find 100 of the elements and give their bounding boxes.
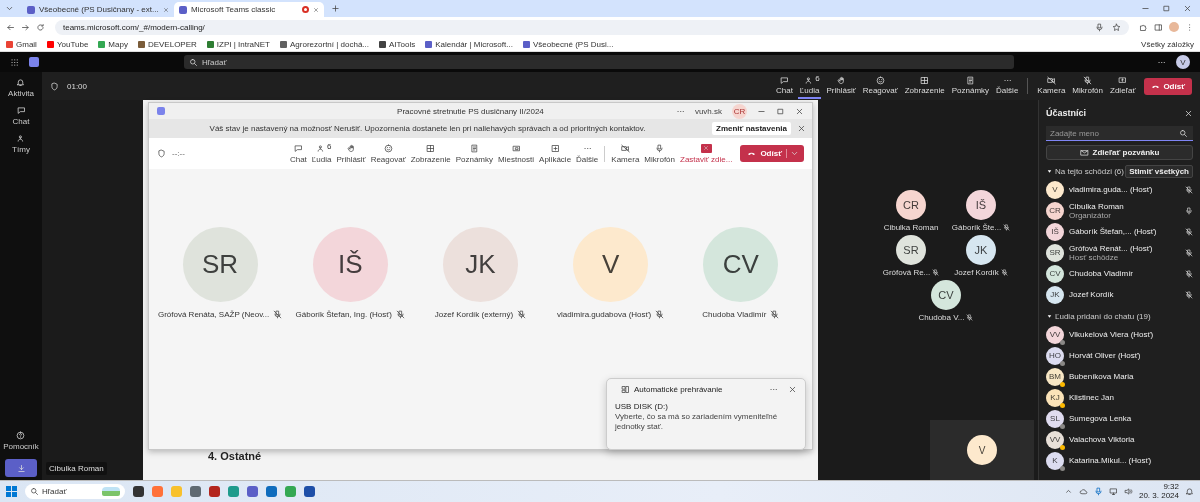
change-settings-button[interactable]: Zmeniť nastavenia bbox=[712, 122, 791, 135]
forward-icon[interactable] bbox=[21, 22, 30, 32]
participant-row[interactable]: HO Horvát Oliver (Hosť) bbox=[1046, 345, 1193, 366]
participant-row[interactable]: SR Grófová Renát... (Hosť) Hosť schôdze bbox=[1046, 242, 1193, 263]
toolbar-button[interactable]: Aplikácie bbox=[538, 142, 573, 165]
toolbar-button[interactable]: Ďalšie bbox=[994, 73, 1021, 99]
toolbar-button[interactable]: Zdieľať bbox=[1108, 73, 1138, 99]
bookmark[interactable]: Agrorezortní | dochá... bbox=[280, 39, 369, 49]
participant-row[interactable]: JK Jozef Kordík bbox=[1046, 284, 1193, 305]
rail-item[interactable]: Aktivita bbox=[8, 78, 34, 98]
back-icon[interactable] bbox=[6, 22, 15, 32]
cloud-icon[interactable] bbox=[1078, 487, 1088, 496]
bookmark[interactable]: IZPI | IntraNET bbox=[206, 39, 270, 49]
microphone-off-icon[interactable] bbox=[1185, 290, 1193, 299]
side-panel-icon[interactable] bbox=[1154, 22, 1163, 32]
bookmark[interactable]: Všeobecné (PS Dusi... bbox=[522, 39, 614, 49]
bookmark[interactable]: Mapy bbox=[98, 39, 128, 49]
section-header[interactable]: Na tejto schôdzi (6) bbox=[1046, 166, 1124, 176]
toolbar-button[interactable]: Mikrofón bbox=[643, 142, 676, 165]
toolbar-button[interactable]: 6 Ľudia bbox=[797, 73, 822, 99]
section-header[interactable]: Ľudia pridaní do chatu (19) bbox=[1046, 311, 1151, 321]
rail-item[interactable]: Chat bbox=[12, 106, 30, 126]
clock[interactable]: 9:32 20. 3. 2024 bbox=[1138, 482, 1179, 501]
monitor-icon[interactable] bbox=[1108, 487, 1118, 496]
user-avatar[interactable]: CR bbox=[732, 103, 747, 119]
participant-name: Grófová Renáta, SAŽP (Neov... bbox=[157, 310, 270, 319]
participant-name: vladimira.gudabova (Hosť) bbox=[557, 310, 652, 319]
toolbar-button[interactable]: Reagovať bbox=[369, 142, 407, 165]
microphone-off-icon[interactable] bbox=[1185, 185, 1193, 194]
participant-row[interactable]: VV Valachova Viktoria bbox=[1046, 429, 1193, 450]
toolbar-button[interactable]: Chat bbox=[773, 73, 795, 99]
speaker-icon[interactable] bbox=[1123, 487, 1133, 496]
toolbar-button[interactable]: Poznámky bbox=[454, 142, 495, 165]
participant-row[interactable]: K Katarina.Mikul... (Hosť) bbox=[1046, 450, 1193, 471]
microphone-off-icon[interactable] bbox=[1185, 227, 1193, 236]
start-icon[interactable] bbox=[6, 486, 17, 497]
help-item[interactable]: Pomocník bbox=[3, 431, 39, 451]
tab-list-icon[interactable] bbox=[5, 4, 14, 13]
toolbar-button[interactable]: Mikrofón bbox=[1070, 73, 1106, 99]
toolbar-button[interactable]: Miestnosti bbox=[497, 142, 536, 165]
toolbar-button[interactable]: Zobrazenie bbox=[409, 142, 452, 165]
participant-row[interactable]: VV Vlkukelová Viera (Hosť) bbox=[1046, 324, 1193, 345]
bell-icon[interactable] bbox=[1185, 487, 1194, 496]
address-bar[interactable]: teams.microsoft.com/_#/modern-calling/ bbox=[55, 19, 1129, 35]
close-icon[interactable] bbox=[788, 385, 797, 394]
toolbar-button[interactable]: Prihlásiť bbox=[335, 142, 367, 165]
microphone-off-icon[interactable] bbox=[1185, 248, 1193, 257]
microphone-off-icon[interactable] bbox=[1185, 269, 1193, 278]
participant-row[interactable]: CV Chudoba Vladimír bbox=[1046, 263, 1193, 284]
restore-icon[interactable] bbox=[1162, 4, 1171, 13]
toolbar-button[interactable]: Zobrazenie bbox=[902, 73, 947, 99]
toolbar-button[interactable]: Kamera bbox=[1035, 73, 1068, 99]
star-icon[interactable] bbox=[1112, 22, 1121, 32]
browser-tab[interactable]: Microsoft Teams classic bbox=[174, 2, 324, 17]
toolbar-button[interactable]: Chat bbox=[288, 142, 308, 165]
toolbar-button[interactable]: Reagovať bbox=[860, 73, 900, 99]
toolbar-button[interactable]: Kamera bbox=[610, 142, 641, 165]
close-icon[interactable] bbox=[1183, 4, 1192, 13]
user-avatar[interactable]: V bbox=[1176, 55, 1190, 69]
participant-row[interactable]: CR Cibulka Roman Organizátor bbox=[1046, 200, 1193, 221]
search-field[interactable]: Hľadať bbox=[184, 55, 1014, 69]
toolbar-button[interactable]: Prihlásiť bbox=[824, 73, 858, 99]
bookmark[interactable]: AITools bbox=[379, 39, 416, 49]
participant-row[interactable]: IŠ Gáborík Štefan,... (Hosť) bbox=[1046, 221, 1193, 242]
reload-icon[interactable] bbox=[36, 22, 45, 32]
organization-name: vuvh.sk bbox=[694, 106, 722, 116]
toolbar-button[interactable]: Zastaviť zdie... bbox=[679, 142, 734, 165]
rail-item[interactable]: Tímy bbox=[12, 134, 30, 154]
toolbar-button[interactable]: 6 Ľudia bbox=[310, 142, 333, 165]
new-tab-icon[interactable] bbox=[331, 4, 340, 13]
download-button[interactable] bbox=[5, 459, 37, 477]
toolbar-button[interactable]: Ďalšie bbox=[575, 142, 600, 165]
bookmark[interactable]: YouTube bbox=[46, 39, 89, 49]
bookmark[interactable]: Gmail bbox=[6, 39, 37, 49]
participant-row[interactable]: SL Sumegova Lenka bbox=[1046, 408, 1193, 429]
app-launcher-icon[interactable] bbox=[10, 57, 19, 67]
leave-button[interactable]: Odísť bbox=[1144, 77, 1192, 95]
share-invite-button[interactable]: Zdieľať pozvánku bbox=[1046, 145, 1193, 160]
browser-tab[interactable]: Všeobecné (PS Dusičnany - ext... bbox=[22, 2, 172, 17]
bookmark[interactable]: DEVELOPER bbox=[137, 39, 197, 49]
toolbar-button[interactable]: Poznámky bbox=[949, 73, 992, 99]
leave-button[interactable]: Odísť bbox=[740, 145, 804, 162]
participant-row[interactable]: KJ Klistinec Jan bbox=[1046, 387, 1193, 408]
hand-icon bbox=[346, 143, 356, 153]
close-icon[interactable] bbox=[1184, 108, 1193, 118]
close-icon[interactable] bbox=[795, 106, 804, 116]
chevron-up-icon[interactable] bbox=[1063, 487, 1073, 496]
participant-row[interactable]: BM Bubeníkova Maria bbox=[1046, 366, 1193, 387]
close-icon[interactable] bbox=[797, 124, 806, 133]
all-bookmarks-link[interactable]: Všetky záložky bbox=[1141, 39, 1194, 49]
participant-row[interactable]: V vladimira.guda... (Hosť) bbox=[1046, 179, 1193, 200]
avatar: CV bbox=[703, 227, 779, 302]
search-field[interactable]: Zadajte meno bbox=[1046, 126, 1193, 141]
mute-all-button[interactable]: Stlmiť všetkých bbox=[1125, 164, 1193, 178]
bookmark[interactable]: Kalendár | Microsoft... bbox=[425, 39, 513, 49]
chevron-down-icon[interactable] bbox=[786, 149, 799, 158]
microphone-icon[interactable] bbox=[1093, 487, 1103, 496]
maximize-icon[interactable] bbox=[776, 106, 785, 116]
microphone-icon[interactable] bbox=[1095, 22, 1104, 32]
avatar: JK bbox=[966, 235, 996, 265]
